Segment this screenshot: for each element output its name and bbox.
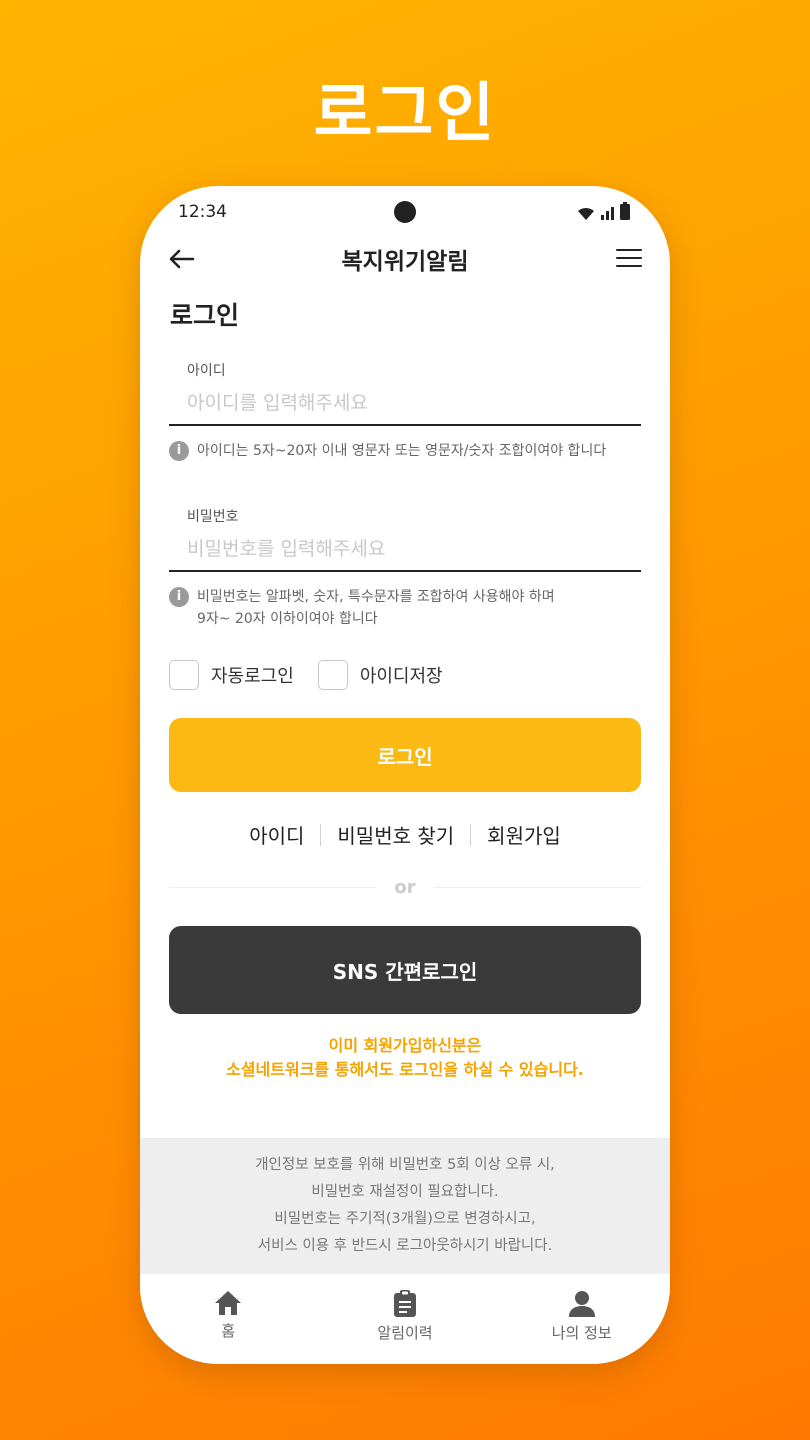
id-hint: i 아이디는 5자~20자 이내 영문자 또는 영문자/숫자 조합이여야 합니다: [169, 440, 641, 462]
id-field: 아이디: [169, 360, 641, 426]
clipboard-icon: [393, 1290, 417, 1318]
save-id-option[interactable]: 아이디저장: [317, 660, 443, 690]
status-icons: [576, 202, 630, 220]
nav-label-profile: 나의 정보: [551, 1324, 612, 1342]
home-icon: [214, 1290, 242, 1316]
sns-note: 이미 회원가입하신분은 소셜네트워크를 통해서도 로그인을 하실 수 있습니다.: [169, 1034, 641, 1082]
or-divider: or: [169, 877, 641, 898]
bottom-nav: 홈 알림이력 나의 정보: [140, 1273, 670, 1364]
id-field-label: 아이디: [187, 363, 226, 379]
battery-icon: [620, 202, 630, 220]
id-input[interactable]: [187, 392, 641, 414]
divider-text: or: [394, 877, 416, 898]
info-icon: i: [169, 441, 189, 461]
auto-login-option[interactable]: 자동로그인: [169, 660, 294, 690]
auto-login-label: 자동로그인: [211, 666, 294, 687]
notice-line2: 비밀번호 재설정이 필요합니다.: [311, 1184, 499, 1200]
promo-title: 로그인: [313, 77, 497, 151]
nav-item-alerts[interactable]: 알림이력: [317, 1274, 494, 1364]
login-options: 자동로그인 아이디저장: [169, 660, 641, 690]
password-field: 비밀번호: [169, 506, 641, 572]
save-id-label: 아이디저장: [359, 666, 443, 687]
hamburger-menu-icon[interactable]: [616, 246, 642, 270]
notice-line3: 비밀번호는 주기적(3개월)으로 변경하시고,: [274, 1211, 536, 1227]
link-separator: [320, 823, 322, 846]
status-time: 12:34: [178, 202, 227, 222]
link-separator: [470, 823, 472, 846]
app-header: 복지위기알림: [140, 236, 670, 282]
password-hint: i 비밀번호는 알파벳, 숫자, 특수문자를 조합하여 사용해야 하며 9자~ …: [169, 586, 641, 630]
login-button[interactable]: 로그인: [169, 718, 641, 792]
login-form: 로그인 아이디 i 아이디는 5자~20자 이내 영문자 또는 영문자/숫자 조…: [169, 296, 641, 1082]
password-input[interactable]: [187, 538, 641, 560]
divider-line: [433, 887, 641, 888]
sns-note-line2: 소셜네트워크를 통해서도 로그인을 하실 수 있습니다.: [226, 1060, 584, 1079]
auto-login-checkbox[interactable]: [169, 660, 199, 690]
app-title: 복지위기알림: [341, 249, 469, 275]
section-title: 로그인: [170, 301, 240, 330]
password-hint-line2: 9자~ 20자 이하이여야 합니다: [197, 611, 378, 627]
signal-icon: [601, 206, 615, 220]
save-id-checkbox[interactable]: [317, 660, 348, 690]
wifi-icon: [576, 206, 596, 220]
nav-item-profile[interactable]: 나의 정보: [493, 1274, 670, 1364]
nav-item-home[interactable]: 홈: [140, 1274, 317, 1364]
password-hint-line1: 비밀번호는 알파벳, 숫자, 특수문자를 조합하여 사용해야 하며: [197, 589, 555, 605]
divider-line: [169, 887, 377, 888]
password-field-label: 비밀번호: [187, 509, 239, 525]
find-id-link[interactable]: 아이디: [249, 820, 304, 849]
status-bar: 12:34: [140, 186, 670, 236]
phone-frame: 12:34 복지위기알림 로그인 아이디 i: [140, 186, 670, 1364]
sns-login-button[interactable]: SNS 간편로그인: [169, 926, 641, 1014]
notice-line4: 서비스 이용 후 반드시 로그아웃하시기 바랍니다.: [257, 1238, 553, 1254]
camera-cutout: [394, 201, 416, 223]
id-hint-text: 아이디는 5자~20자 이내 영문자 또는 영문자/숫자 조합이여야 합니다: [197, 443, 607, 459]
nav-label-home: 홈: [221, 1322, 236, 1340]
info-icon: i: [169, 587, 189, 607]
account-links: 아이디 비밀번호 찾기 회원가입: [169, 820, 641, 849]
nav-label-alerts: 알림이력: [377, 1324, 433, 1342]
sns-note-line1: 이미 회원가입하신분은: [328, 1036, 482, 1055]
sign-up-link[interactable]: 회원가입: [487, 820, 561, 849]
notice-line1: 개인정보 보호를 위해 비밀번호 5회 이상 오류 시,: [255, 1157, 555, 1173]
find-password-link[interactable]: 비밀번호 찾기: [337, 820, 454, 849]
person-icon: [568, 1290, 596, 1318]
security-notice: 개인정보 보호를 위해 비밀번호 5회 이상 오류 시, 비밀번호 재설정이 필…: [140, 1138, 670, 1273]
